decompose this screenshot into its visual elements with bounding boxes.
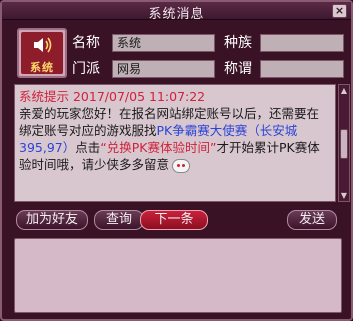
avatar-badge: 系统 [21,32,63,74]
speaker-icon [34,37,52,53]
scroll-up-icon[interactable]: ▲ [339,85,349,96]
sender-avatar: 系统 [17,28,67,78]
system-message-window: 系统消息 × 系统 名称 系统 种族 门派 网易 称谓 系统提示 2017/07… [0,0,353,321]
window-title: 系统消息 [148,7,205,22]
scroll-down-icon[interactable]: ▼ [339,190,349,201]
reply-input[interactable] [14,238,342,313]
add-friend-button[interactable]: 加为好友 [16,210,88,230]
next-button[interactable]: 下一条 [140,210,208,230]
name-label: 名称 [72,35,100,51]
message-header: 系统提示 2017/07/05 11:07:22 [19,89,206,104]
message-scrollbar[interactable]: ▲ ▼ [338,84,350,202]
sect-field: 网易 [112,60,215,78]
message-text-2: 点击 [75,140,101,155]
emoji-icon [172,158,191,173]
close-button[interactable]: × [332,4,347,18]
message-content: 系统提示 2017/07/05 11:07:22 亲爱的玩家您好！在报名网站绑定… [14,84,336,202]
send-button[interactable]: 发送 [287,210,337,230]
query-button[interactable]: 查询 [94,210,144,230]
race-label: 种族 [224,35,252,51]
action-link[interactable]: “兑换PK赛体验时间” [100,140,216,155]
scroll-thumb[interactable] [340,129,348,159]
avatar-label: 系统 [30,61,54,74]
title-label: 称谓 [224,61,252,77]
title-bar[interactable]: 系统消息 × [2,2,351,22]
sect-label: 门派 [72,61,100,77]
title-field [260,60,344,78]
race-field [260,34,344,52]
name-field: 系统 [112,34,215,52]
